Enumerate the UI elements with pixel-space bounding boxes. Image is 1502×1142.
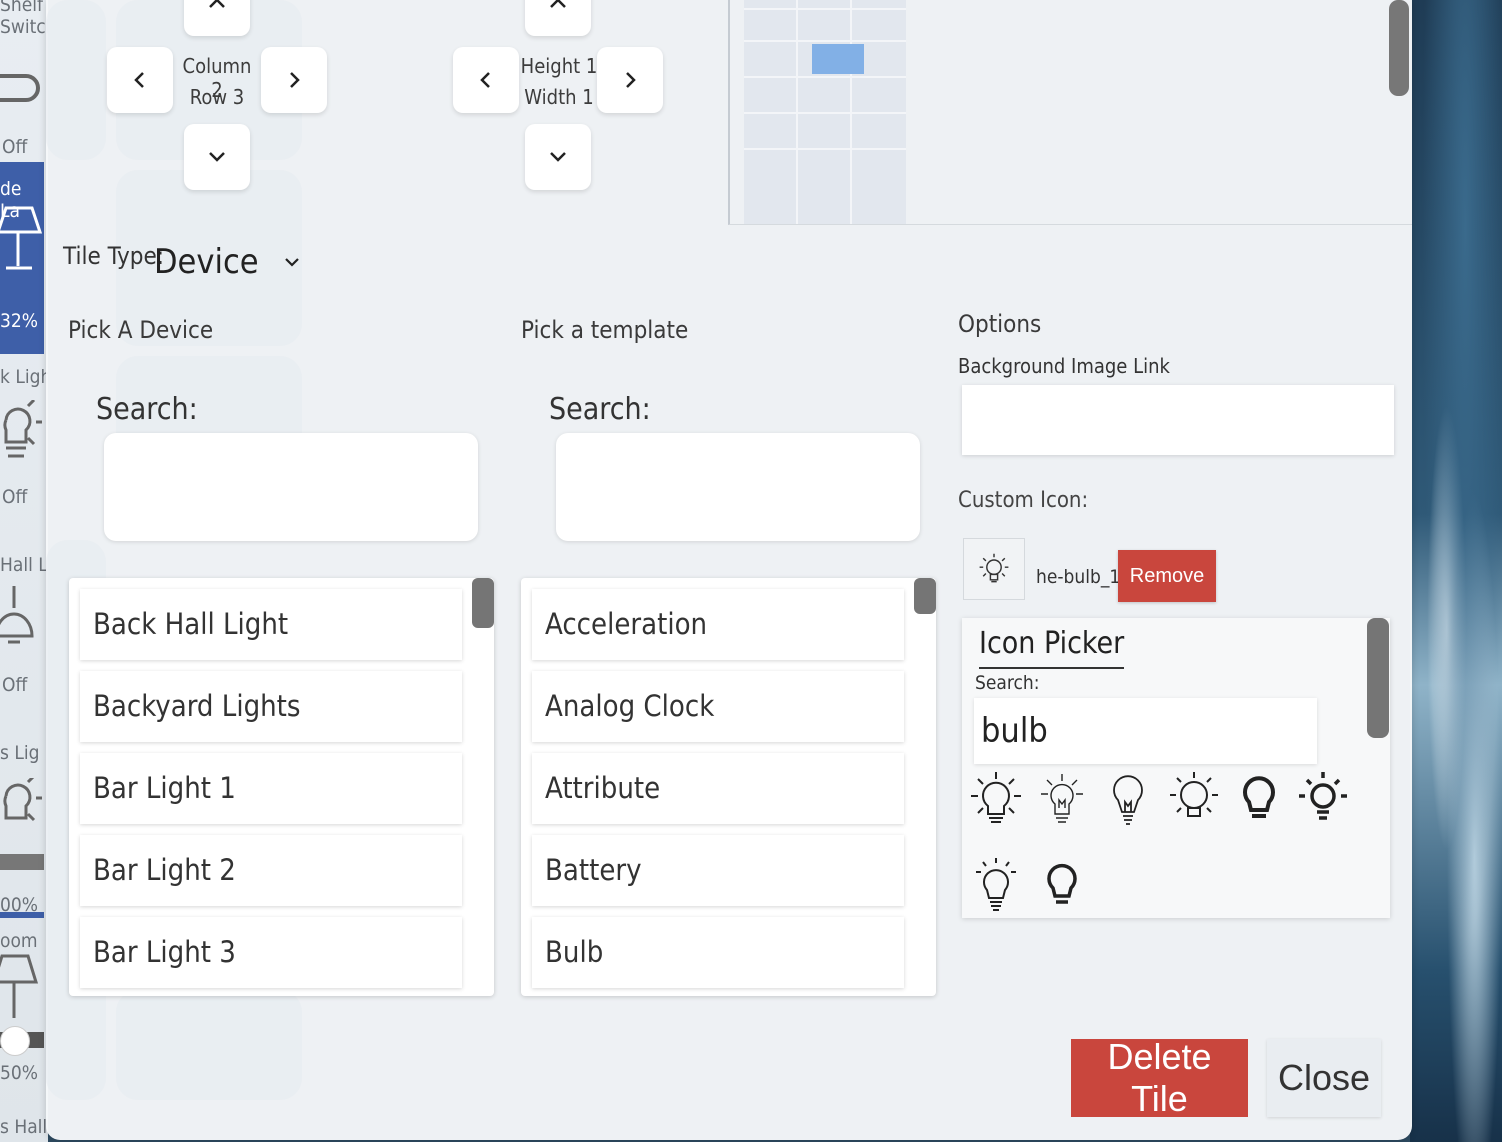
template-item-bulb[interactable]: Bulb — [532, 917, 904, 988]
pick-template-heading: Pick a template — [521, 316, 689, 344]
icon-search-input[interactable]: bulb — [974, 698, 1317, 764]
bulb-rays-thin-icon[interactable] — [1033, 768, 1091, 830]
height-up-button[interactable] — [525, 0, 591, 36]
grid-selected-cell — [812, 44, 864, 74]
bg-toggle — [0, 74, 40, 102]
width-value: Width 1 — [524, 85, 594, 109]
tile-type-label: Tile Type: — [63, 242, 165, 270]
bulb-solid-icon[interactable] — [1230, 768, 1288, 830]
row-up-button[interactable] — [184, 0, 250, 36]
chevron-left-icon — [480, 72, 490, 88]
icon-picker-scrollbar[interactable] — [1367, 618, 1389, 738]
bg-label: Hall Li — [0, 554, 48, 576]
remove-icon-button[interactable]: Remove — [1118, 550, 1216, 602]
bulb-icon — [3, 400, 42, 458]
bg-label: Shelf — [0, 0, 43, 16]
options-heading: Options — [958, 310, 1042, 338]
device-list: Back Hall Light Backyard Lights Bar Ligh… — [69, 578, 494, 996]
bg-label: Switch — [0, 16, 48, 38]
template-item-attribute[interactable]: Attribute — [532, 753, 904, 824]
bulb-rays-icon — [979, 553, 1009, 583]
bulb-icon — [3, 778, 42, 822]
icon-picker-title: Icon Picker — [979, 626, 1125, 669]
template-item-analog-clock[interactable]: Analog Clock — [532, 671, 904, 742]
bg-label: 50% — [0, 1062, 38, 1084]
bg-label: k Ligh — [0, 366, 48, 388]
background-ocean-image — [1410, 0, 1502, 1142]
lamp-icon — [0, 206, 43, 270]
bulb-outline-icon[interactable] — [1099, 768, 1157, 830]
bg-image-input[interactable] — [962, 385, 1394, 455]
bg-label: oom — [0, 930, 38, 952]
bg-ghost-tile — [116, 990, 302, 1100]
chevron-right-icon — [290, 72, 300, 88]
chevron-right-icon — [626, 72, 636, 88]
tile-type-select[interactable]: Device — [154, 240, 301, 284]
width-increase-button[interactable] — [597, 47, 663, 113]
bulb-rays-top-icon[interactable] — [967, 854, 1025, 916]
row-down-button[interactable] — [184, 124, 250, 190]
bg-label: Off — [2, 136, 28, 158]
device-item-backyard-lights[interactable]: Backyard Lights — [80, 671, 462, 742]
device-search-label: Search: — [96, 392, 198, 427]
delete-tile-button[interactable]: Delete Tile — [1071, 1036, 1248, 1119]
height-value: Height 1 — [520, 54, 598, 78]
layout-grid-preview — [728, 0, 1412, 225]
bulb-rays-bold-icon[interactable] — [1294, 768, 1352, 830]
modal-scrollbar[interactable] — [1389, 0, 1409, 96]
column-right-button[interactable] — [261, 47, 327, 113]
chevron-down-icon — [284, 258, 299, 267]
bg-slider-knob — [0, 1026, 30, 1056]
close-button[interactable]: Close — [1267, 1039, 1381, 1117]
template-list: Acceleration Analog Clock Attribute Batt… — [521, 578, 936, 996]
column-left-button[interactable] — [107, 47, 173, 113]
pendant-lamp-icon — [0, 586, 34, 644]
bg-label: s Hall — [0, 1116, 48, 1138]
template-search-label: Search: — [549, 392, 651, 427]
chevron-left-icon — [134, 72, 144, 88]
chevron-up-icon — [209, 0, 225, 8]
template-list-scrollbar[interactable] — [914, 578, 936, 614]
width-decrease-button[interactable] — [453, 47, 519, 113]
bulb-rays-round-icon[interactable] — [1165, 768, 1223, 830]
template-item-battery[interactable]: Battery — [532, 835, 904, 906]
custom-icon-preview — [963, 538, 1025, 600]
bg-ghost-tile — [46, 0, 106, 160]
template-item-acceleration[interactable]: Acceleration — [532, 589, 904, 660]
bulb-rays-icon[interactable] — [967, 768, 1025, 830]
bg-label: s Lig — [0, 742, 40, 764]
bg-label: Off — [2, 674, 28, 696]
device-search-input[interactable] — [104, 433, 478, 541]
bg-image-label: Background Image Link — [958, 354, 1170, 378]
device-item-back-hall-light[interactable]: Back Hall Light — [80, 589, 462, 660]
device-item-bar-light-3[interactable]: Bar Light 3 — [80, 917, 462, 988]
bulb-bold-outline-icon[interactable] — [1033, 854, 1091, 916]
bg-label: 32% — [0, 310, 38, 332]
template-search-input[interactable] — [556, 433, 920, 541]
custom-icon-label: Custom Icon: — [958, 488, 1089, 513]
chevron-down-icon — [550, 152, 566, 162]
device-item-bar-light-2[interactable]: Bar Light 2 — [80, 835, 462, 906]
icon-search-label: Search: — [975, 672, 1040, 694]
device-list-scrollbar[interactable] — [472, 578, 494, 628]
device-item-bar-light-1[interactable]: Bar Light 1 — [80, 753, 462, 824]
layout-grid — [744, 0, 906, 224]
bg-label: Off — [2, 486, 28, 508]
icon-picker: Icon Picker Search: bulb — [962, 618, 1390, 918]
background-dashboard: Shelf Switch Off de La 32% k Ligh Off Ha… — [0, 0, 48, 1142]
pick-device-heading: Pick A Device — [68, 316, 214, 344]
tile-type-value: Device — [154, 242, 259, 282]
row-value: Row 3 — [189, 85, 245, 109]
height-down-button[interactable] — [525, 124, 591, 190]
bg-level-bar — [0, 912, 44, 918]
custom-icon-name: he-bulb_1 — [1036, 566, 1121, 588]
chevron-down-icon — [209, 152, 225, 162]
bg-active-tile: de La 32% — [0, 162, 44, 354]
lamp-icon — [0, 954, 39, 1018]
bg-level-bar — [0, 854, 44, 870]
chevron-up-icon — [550, 0, 566, 8]
